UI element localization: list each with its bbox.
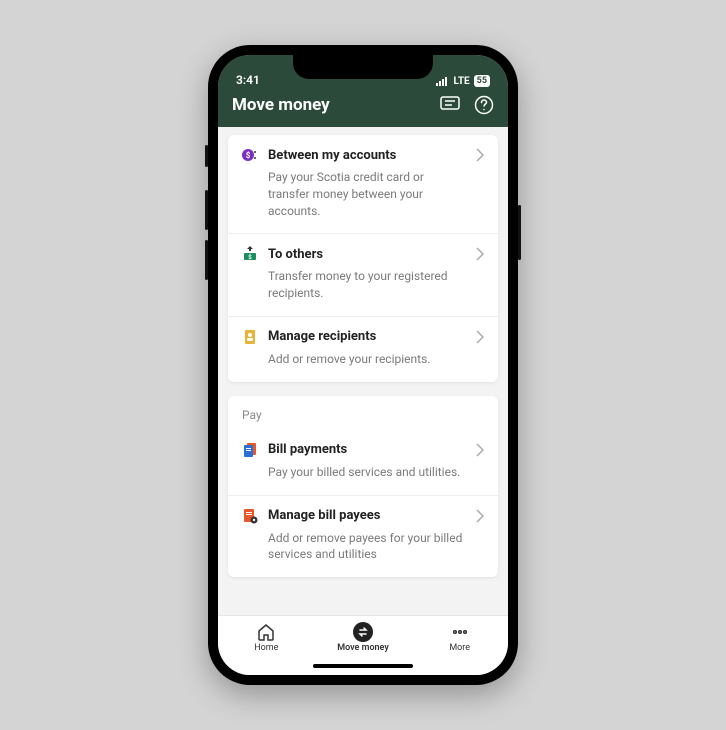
side-button (518, 205, 521, 260)
chevron-right-icon (476, 247, 484, 261)
svg-text:$: $ (248, 254, 252, 261)
help-icon[interactable] (474, 95, 494, 115)
dollar-circle-icon: $ (242, 147, 258, 163)
status-time: 3:41 (236, 73, 260, 87)
tab-label: More (449, 643, 470, 653)
tab-home[interactable]: Home (218, 622, 315, 653)
chevron-right-icon (476, 330, 484, 344)
section-label-pay: Pay (228, 396, 498, 430)
side-button (205, 190, 208, 230)
home-icon (256, 622, 276, 642)
document-gear-icon (242, 508, 258, 524)
side-button (205, 145, 208, 167)
svg-text:$: $ (246, 151, 251, 160)
row-between-accounts[interactable]: $ Between my accounts Pay your Scotia cr… (228, 135, 498, 234)
tab-more[interactable]: More (411, 622, 508, 653)
chevron-right-icon (476, 509, 484, 523)
page-title: Move money (232, 95, 330, 115)
row-desc: Add or remove your recipients. (268, 351, 484, 368)
tab-label: Move money (337, 643, 389, 653)
transfer-icon (353, 622, 373, 642)
phone-frame: 3:41 LTE 55 Move money (208, 45, 518, 685)
card-transfers: $ Between my accounts Pay your Scotia cr… (228, 135, 498, 382)
row-title: Between my accounts (268, 148, 466, 163)
row-bill-payments[interactable]: Bill payments Pay your billed services a… (228, 430, 498, 496)
chevron-right-icon (476, 148, 484, 162)
home-indicator[interactable] (218, 657, 508, 675)
tab-move-money[interactable]: Move money (315, 622, 412, 653)
status-network: LTE (454, 76, 470, 87)
row-desc: Transfer money to your registered recipi… (268, 268, 484, 302)
content-scroll[interactable]: $ Between my accounts Pay your Scotia cr… (218, 127, 508, 615)
row-manage-recipients[interactable]: Manage recipients Add or remove your rec… (228, 317, 498, 382)
tab-label: Home (254, 643, 278, 653)
chevron-right-icon (476, 443, 484, 457)
notch (293, 55, 433, 79)
chat-icon[interactable] (440, 96, 460, 114)
row-title: Bill payments (268, 442, 466, 457)
row-title: Manage bill payees (268, 508, 466, 523)
row-desc: Pay your billed services and utilities. (268, 464, 484, 481)
person-card-icon (242, 329, 258, 345)
status-right: LTE 55 (436, 75, 490, 87)
document-icon (242, 442, 258, 458)
screen: 3:41 LTE 55 Move money (218, 55, 508, 675)
battery-level: 55 (477, 76, 487, 86)
row-desc: Add or remove payees for your billed ser… (268, 530, 484, 564)
more-icon (450, 622, 470, 642)
row-manage-payees[interactable]: Manage bill payees Add or remove payees … (228, 496, 498, 578)
row-to-others[interactable]: $ To others Transfer money to your regis… (228, 234, 498, 317)
app-header: Move money (218, 89, 508, 127)
card-pay: Pay Bill payments (228, 396, 498, 577)
tab-bar: Home Move money (218, 615, 508, 657)
cash-icon: $ (242, 246, 258, 262)
side-button (205, 240, 208, 280)
battery-icon: 55 (474, 75, 490, 87)
row-title: To others (268, 247, 466, 262)
row-desc: Pay your Scotia credit card or transfer … (268, 169, 484, 219)
signal-icon (436, 76, 450, 86)
row-title: Manage recipients (268, 329, 466, 344)
